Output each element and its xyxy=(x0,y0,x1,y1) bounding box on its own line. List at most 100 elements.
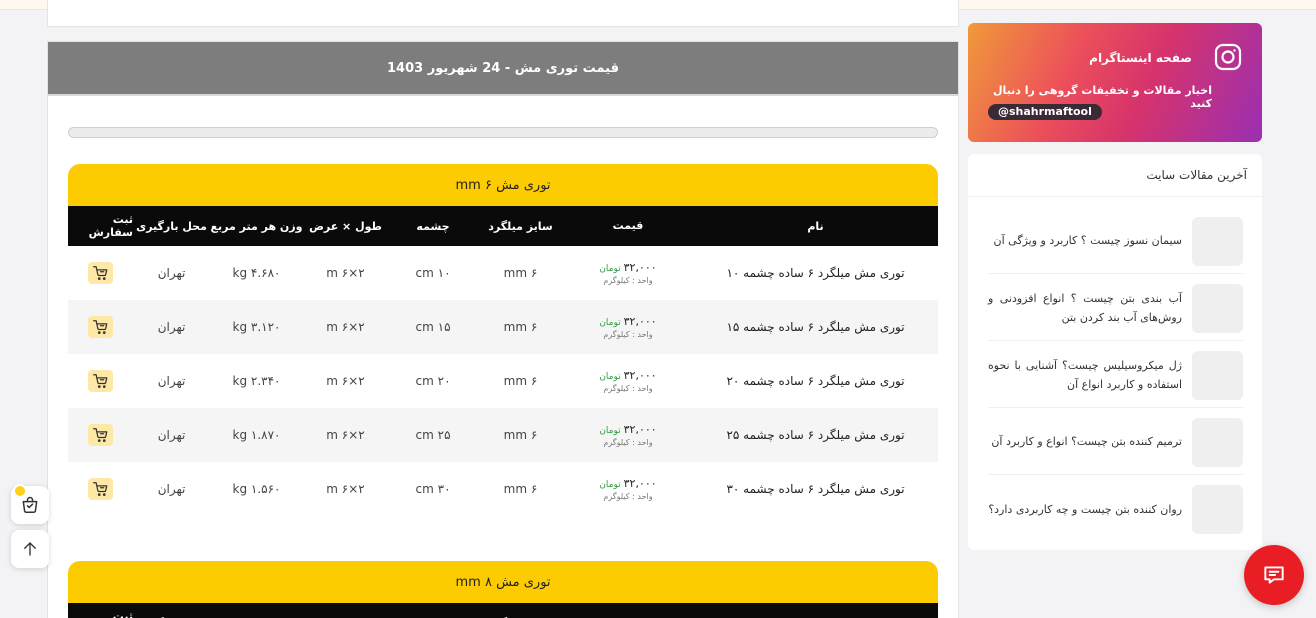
article-thumbnail[interactable] xyxy=(1192,283,1243,333)
article-item[interactable]: آب بندی بتن چیست ؟ انواع افزودنی و روش‌ه… xyxy=(988,276,1243,341)
add-to-cart-button[interactable] xyxy=(88,478,113,500)
load-location: تهران xyxy=(157,266,186,280)
col-name: نام xyxy=(807,219,824,233)
product-name[interactable]: توری مش میلگرد ۶ ساده چشمه ۱۰ xyxy=(693,246,938,300)
col-dimensions: طول × عرض xyxy=(303,603,388,618)
col-size: سایز میلگرد xyxy=(488,219,553,233)
dimensions: ۲×۶ m xyxy=(326,482,365,496)
col-size: سایز میلگرد xyxy=(478,603,563,618)
table-header: نام قیمت سایز میلگرد چشمه طول × عرض وزن … xyxy=(68,603,938,618)
table-row: توری مش میلگرد ۶ ساده چشمه ۲۵ ۳۲,۰۰۰توما… xyxy=(68,408,938,462)
table-row: توری مش میلگرد ۶ ساده چشمه ۱۵ ۳۲,۰۰۰توما… xyxy=(68,300,938,354)
col-weight: وزن هر متر مربع xyxy=(210,219,303,233)
table-row: توری مش میلگرد ۶ ساده چشمه ۱۰ ۳۲,۰۰۰توما… xyxy=(68,246,938,300)
col-weight: وزن هر متر مربع xyxy=(210,603,303,618)
weight: ۱.۸۷۰ kg xyxy=(232,428,281,442)
price-unit: واحد : کیلوگرم xyxy=(603,330,653,340)
col-dimensions: طول × عرض xyxy=(309,219,382,233)
order-cell xyxy=(68,300,133,354)
product-name[interactable]: توری مش میلگرد ۶ ساده چشمه ۲۵ xyxy=(693,408,938,462)
rebar-size: ۶ mm xyxy=(503,266,538,280)
basket-badge xyxy=(13,484,27,498)
article-title[interactable]: ترمیم کننده بتن چیست؟ انواع و کاربرد آن xyxy=(991,432,1182,451)
dimensions: ۲×۶ m xyxy=(326,320,365,334)
col-location: محل بارگیری xyxy=(136,219,207,233)
order-cell xyxy=(68,462,133,516)
col-price: قیمت xyxy=(563,603,693,618)
product-name[interactable]: توری مش میلگرد ۶ ساده چشمه ۲۰ xyxy=(693,354,938,408)
add-to-cart-button[interactable] xyxy=(88,316,113,338)
load-location: تهران xyxy=(157,320,186,334)
cart-icon xyxy=(93,482,108,496)
weight: ۳.۱۲۰ kg xyxy=(232,320,281,334)
article-title[interactable]: آب بندی بتن چیست ؟ انواع افزودنی و روش‌ه… xyxy=(988,289,1182,328)
basket-button[interactable] xyxy=(11,484,49,524)
instagram-handle[interactable]: @shahrmaftool xyxy=(988,104,1102,120)
chat-button[interactable] xyxy=(1244,545,1304,605)
product-name[interactable]: توری مش میلگرد ۶ ساده چشمه ۳۰ xyxy=(693,462,938,516)
article-item[interactable]: ژل میکروسیلیس چیست؟ آشنایی با نحوه استفا… xyxy=(988,343,1243,408)
mesh-eye: ۲۰ cm xyxy=(415,374,451,388)
progress-bar xyxy=(68,127,938,138)
col-order: ثبت سفارش xyxy=(88,213,133,239)
weight: ۲.۳۴۰ kg xyxy=(232,374,281,388)
article-thumbnail[interactable] xyxy=(1192,485,1243,534)
col-price: قیمت xyxy=(612,218,644,232)
col-order: ثبت سفارش xyxy=(112,610,133,618)
article-title[interactable]: سیمان نسوز چیست ؟ کاربرد و ویژگی آن xyxy=(994,231,1182,250)
price-currency: تومان xyxy=(599,318,621,329)
order-cell xyxy=(68,246,133,300)
price-cell: ۳۲,۰۰۰تومان واحد : کیلوگرم xyxy=(563,354,693,408)
article-thumbnail[interactable] xyxy=(1192,350,1243,400)
price-currency: تومان xyxy=(599,372,621,383)
article-thumbnail[interactable] xyxy=(1192,216,1243,266)
product-name[interactable]: توری مش میلگرد ۶ ساده چشمه ۱۵ xyxy=(693,300,938,354)
article-title[interactable]: ژل میکروسیلیس چیست؟ آشنایی با نحوه استفا… xyxy=(988,356,1182,395)
articles-heading: آخرین مقالات سایت xyxy=(968,154,1262,197)
article-title[interactable]: روان کننده بتن چیست و چه کاربردی دارد؟ xyxy=(988,500,1182,519)
table-row: توری مش میلگرد ۶ ساده چشمه ۳۰ ۳۲,۰۰۰توما… xyxy=(68,462,938,516)
price-cell: ۳۲,۰۰۰تومان واحد : کیلوگرم xyxy=(563,408,693,462)
price-cell: ۳۲,۰۰۰تومان واحد : کیلوگرم xyxy=(563,246,693,300)
rebar-size: ۶ mm xyxy=(503,482,538,496)
mesh-eye: ۱۵ cm xyxy=(415,320,451,334)
rebar-size: ۶ mm xyxy=(503,374,538,388)
arrow-up-icon xyxy=(24,542,36,556)
section-8mm: توری مش ۸ mm نام قیمت سایز میلگرد چشمه ط… xyxy=(68,561,938,618)
chat-icon xyxy=(1264,566,1284,584)
add-to-cart-button[interactable] xyxy=(88,424,113,446)
order-cell xyxy=(68,354,133,408)
article-item[interactable]: سیمان نسوز چیست ؟ کاربرد و ویژگی آن xyxy=(988,209,1243,274)
price-currency: تومان xyxy=(599,480,621,491)
dimensions: ۲×۶ m xyxy=(326,266,365,280)
scroll-top-button[interactable] xyxy=(11,530,49,568)
instagram-icon xyxy=(1214,43,1242,71)
price-unit: واحد : کیلوگرم xyxy=(603,384,653,394)
cart-icon xyxy=(93,320,108,334)
previous-card xyxy=(47,0,959,27)
table-header: نام قیمت سایز میلگرد چشمه طول × عرض وزن … xyxy=(68,206,938,246)
mesh-eye: ۱۰ cm xyxy=(415,266,451,280)
article-item[interactable]: روان کننده بتن چیست و چه کاربردی دارد؟ xyxy=(988,477,1243,542)
price-unit: واحد : کیلوگرم xyxy=(603,492,653,502)
section-6mm: توری مش ۶ mm نام قیمت سایز میلگرد چشمه ط… xyxy=(68,164,938,516)
weight: ۱.۵۶۰ kg xyxy=(232,482,281,496)
price-value: ۳۲,۰۰۰ xyxy=(623,315,657,329)
order-cell xyxy=(68,408,133,462)
price-value: ۳۲,۰۰۰ xyxy=(623,423,657,437)
col-location: محل بارگیری xyxy=(133,603,210,618)
mesh-eye: ۳۰ cm xyxy=(415,482,451,496)
section-title: توری مش ۶ mm xyxy=(68,164,938,206)
col-name: نام xyxy=(693,603,938,618)
price-card-title: قیمت توری مش - 24 شهریور 1403 xyxy=(48,42,958,96)
instagram-card[interactable]: صفحه اینستاگرام اخبار مقالات و تخفیفات گ… xyxy=(968,23,1262,142)
article-thumbnail[interactable] xyxy=(1192,417,1243,467)
latest-articles: آخرین مقالات سایت سیمان نسوز چیست ؟ کارب… xyxy=(968,154,1262,550)
article-item[interactable]: ترمیم کننده بتن چیست؟ انواع و کاربرد آن xyxy=(988,410,1243,475)
cart-icon xyxy=(93,374,108,388)
price-value: ۳۲,۰۰۰ xyxy=(623,477,657,491)
basket-icon xyxy=(22,496,38,513)
add-to-cart-button[interactable] xyxy=(88,370,113,392)
add-to-cart-button[interactable] xyxy=(88,262,113,284)
price-unit: واحد : کیلوگرم xyxy=(603,276,653,286)
